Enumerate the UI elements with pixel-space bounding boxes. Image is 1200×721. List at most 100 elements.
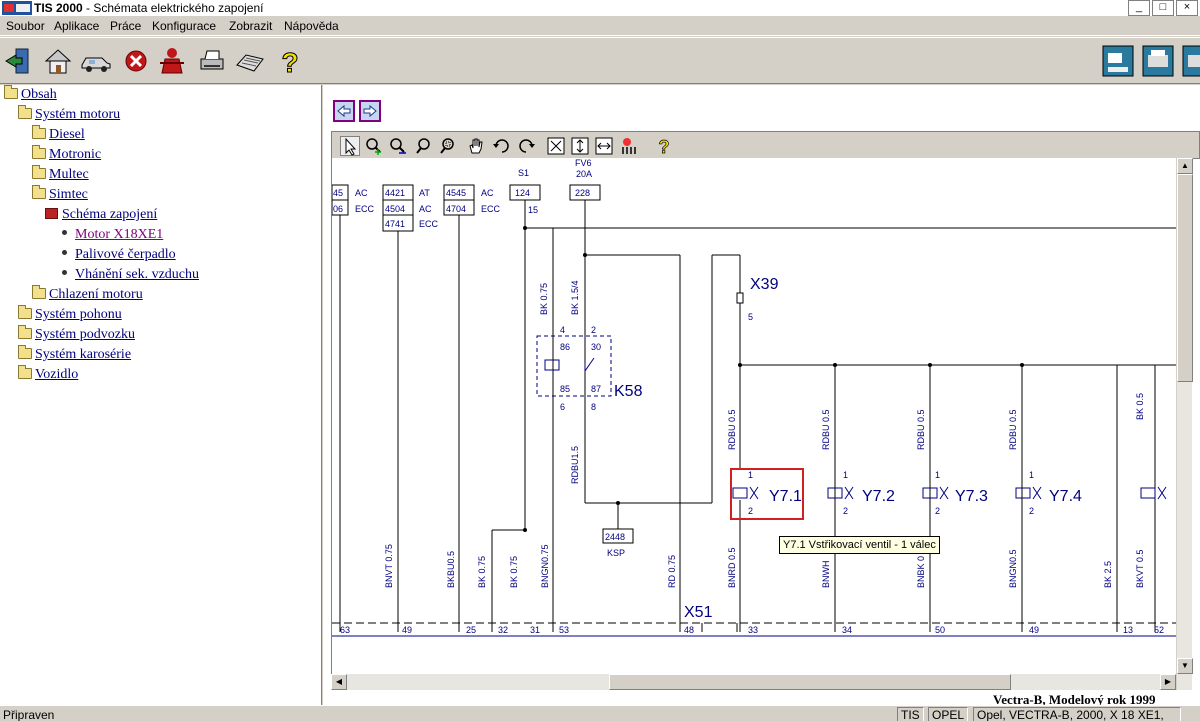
svg-text:BNWH: BNWH [821, 561, 831, 589]
tree-item-system-motoru[interactable]: Systém motoru [18, 105, 120, 124]
svg-text:20A: 20A [576, 169, 592, 179]
help-icon[interactable]: ? [274, 45, 306, 79]
vehicle-icon[interactable] [80, 45, 112, 77]
vehicle-extra-icon[interactable] [1182, 45, 1200, 77]
schematic-canvas[interactable]: 45 06 AC ECC 4421 4504 4741 AT AC ECC 45… [331, 158, 1176, 674]
person-icon[interactable] [156, 45, 188, 77]
title-bar: TIS 2000 - Schémata elektrického zapojen… [0, 0, 1200, 16]
tree-item-obsah[interactable]: Obsah [4, 85, 57, 104]
svg-text:2: 2 [843, 506, 848, 516]
tree-item-motor-x18xe1[interactable]: Motor X18XE1 [62, 226, 163, 244]
menu-soubor[interactable]: Soubor [6, 19, 45, 33]
svg-text:BK 2.5: BK 2.5 [1103, 561, 1113, 588]
back-button[interactable] [333, 100, 355, 122]
vertical-scrollbar[interactable]: ▲ ▼ [1176, 158, 1193, 690]
diagram-toolbar: ? [331, 131, 1200, 159]
svg-text:?: ? [659, 137, 670, 156]
rotate-left-icon[interactable] [492, 136, 512, 156]
svg-text:13: 13 [1123, 625, 1133, 635]
tree-item-system-pohonu[interactable]: Systém pohonu [18, 305, 122, 324]
minimize-button[interactable]: _ [1128, 0, 1150, 16]
svg-text:45: 45 [333, 188, 343, 198]
tree-item-system-karoserie[interactable]: Systém karosérie [18, 345, 131, 364]
zoom-in-icon[interactable] [364, 136, 384, 156]
horizontal-scroll-thumb[interactable] [609, 674, 1011, 690]
svg-text:AC: AC [481, 188, 494, 198]
svg-text:06: 06 [333, 204, 343, 214]
fit-height-icon[interactable] [570, 136, 590, 156]
rotate-right-icon[interactable] [516, 136, 536, 156]
svg-text:BNRD 0.5: BNRD 0.5 [727, 547, 737, 588]
tree-item-vhaneni[interactable]: Vhánění sek. vzduchu [62, 266, 199, 284]
svg-text:BNBK 0: BNBK 0 [916, 556, 926, 588]
svg-text:BNGN0.75: BNGN0.75 [540, 544, 550, 588]
vehicle-printer-icon[interactable] [1142, 45, 1174, 77]
printer-icon[interactable] [196, 45, 228, 77]
vehicle-diagnostics-icon[interactable] [1102, 45, 1134, 77]
folder-icon [32, 145, 46, 159]
highlight-icon[interactable] [620, 136, 640, 156]
vertical-scroll-thumb[interactable] [1177, 174, 1193, 382]
pan-hand-icon[interactable] [466, 136, 486, 156]
bullet-icon [62, 270, 67, 275]
menu-prace[interactable]: Práce [110, 19, 141, 33]
tree-item-palivove-cerpadlo[interactable]: Palivové čerpadlo [62, 246, 176, 264]
folder-icon [32, 165, 46, 179]
stop-icon[interactable] [120, 45, 152, 77]
folder-icon [18, 365, 32, 379]
zoom-window-icon[interactable] [438, 136, 458, 156]
svg-text:52: 52 [1154, 625, 1164, 635]
exit-icon[interactable] [2, 45, 34, 77]
horizontal-scrollbar[interactable]: ◀ ▶ [331, 674, 1176, 690]
home-icon[interactable] [42, 45, 74, 77]
tree-item-system-podvozku[interactable]: Systém podvozku [18, 325, 135, 344]
scroll-right-icon[interactable]: ▶ [1160, 674, 1176, 690]
svg-text:Y7.4: Y7.4 [1049, 488, 1082, 505]
forward-button[interactable] [359, 100, 381, 122]
wiring-diagram: 45 06 AC ECC 4421 4504 4741 AT AC ECC 45… [332, 158, 1176, 637]
fit-all-icon[interactable] [546, 136, 566, 156]
svg-text:48: 48 [684, 625, 694, 635]
pointer-icon[interactable] [340, 136, 360, 156]
menu-napoveda[interactable]: Nápověda [284, 19, 339, 33]
tree-item-simtec[interactable]: Simtec [32, 185, 88, 204]
svg-text:ECC: ECC [481, 204, 501, 214]
keyboard-icon[interactable] [234, 45, 266, 77]
tree-item-diesel[interactable]: Diesel [32, 125, 85, 144]
folder-icon [32, 285, 46, 299]
tree-item-schema-zapojeni[interactable]: Schéma zapojení [45, 206, 157, 224]
scroll-up-icon[interactable]: ▲ [1177, 158, 1193, 174]
tree-item-motronic[interactable]: Motronic [32, 145, 101, 164]
zoom-icon[interactable] [414, 136, 434, 156]
tree-item-vozidlo[interactable]: Vozidlo [18, 365, 78, 384]
close-button[interactable]: × [1176, 0, 1198, 16]
component-tooltip: Y7.1 Vstřikovací ventil - 1 válec [779, 536, 940, 554]
svg-text:15: 15 [528, 205, 538, 215]
schematic-doc-icon [45, 208, 58, 219]
menu-konfigurace[interactable]: Konfigurace [152, 19, 216, 33]
svg-text:AC: AC [355, 188, 368, 198]
scroll-left-icon[interactable]: ◀ [331, 674, 347, 690]
bullet-icon [62, 230, 67, 235]
svg-text:34: 34 [842, 625, 852, 635]
svg-text:31: 31 [530, 625, 540, 635]
svg-text:2: 2 [935, 506, 940, 516]
svg-text:BK 0.75: BK 0.75 [539, 283, 549, 315]
info-icon[interactable]: ? [654, 136, 674, 158]
tree-item-chlazeni-motoru[interactable]: Chlazení motoru [32, 285, 143, 304]
tree-item-multec[interactable]: Multec [32, 165, 89, 184]
folder-icon [18, 105, 32, 119]
svg-text:4545: 4545 [446, 188, 466, 198]
fit-width-icon[interactable] [594, 136, 614, 156]
svg-text:4504: 4504 [385, 204, 405, 214]
svg-text:1: 1 [1029, 470, 1034, 480]
status-text: Připraven [3, 708, 55, 721]
maximize-button[interactable]: □ [1152, 0, 1174, 16]
diagram-pane: ? 45 06 AC ECC 4421 4504 4741 AT AC ECC … [323, 85, 1200, 707]
zoom-out-icon[interactable] [388, 136, 408, 156]
scroll-down-icon[interactable]: ▼ [1177, 658, 1193, 674]
menu-aplikace[interactable]: Aplikace [54, 19, 99, 33]
menu-zobrazit[interactable]: Zobrazit [229, 19, 272, 33]
svg-text:1: 1 [843, 470, 848, 480]
folder-icon [4, 85, 18, 99]
